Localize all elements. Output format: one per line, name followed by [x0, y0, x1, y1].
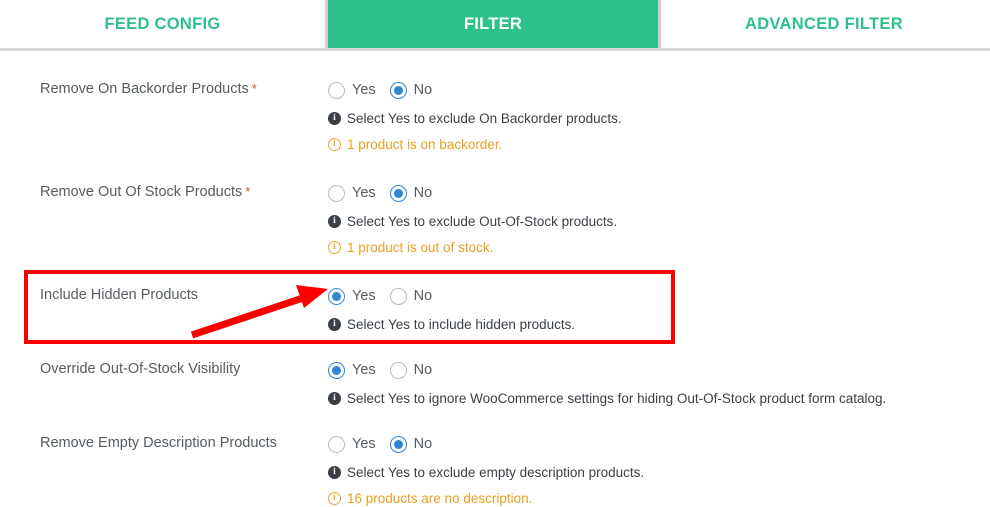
radio-option-no[interactable]: No [389, 435, 433, 453]
field-override-out-of-stock-visibility: Yes No i Select Yes to ignore WooCommerc… [300, 359, 990, 407]
info-circle-filled-icon: i [328, 392, 341, 405]
radio-group-remove-on-backorder-products: Yes No [328, 79, 990, 101]
field-label-text: Override Out-Of-Stock Visibility [40, 361, 241, 377]
radio-yes-indicator[interactable] [328, 435, 345, 453]
tab-filter-label: FILTER [463, 14, 523, 33]
radio-group-remove-empty-description-products: Yes No [328, 433, 990, 455]
field-row-remove-out-of-stock-products: Remove Out Of Stock Products * Yes No i S… [0, 182, 990, 256]
info-circle-filled-icon: i [328, 318, 341, 331]
field-row-remove-on-backorder-products: Remove On Backorder Products * Yes No i S… [0, 79, 990, 153]
radio-no-label: No [413, 82, 433, 98]
radio-option-no[interactable]: No [389, 361, 433, 379]
tab-advanced-filter[interactable]: ADVANCED FILTER [661, 0, 987, 48]
help-description-text: Select Yes to include hidden products. [347, 317, 576, 332]
help-warning-remove-empty-description-products: i 16 products are no description. [328, 490, 990, 507]
field-remove-on-backorder-products: Yes No i Select Yes to exclude On Backor… [300, 79, 990, 153]
field-remove-out-of-stock-products: Yes No i Select Yes to exclude Out-Of-St… [300, 182, 990, 256]
field-label-text: Remove On Backorder Products [40, 81, 249, 97]
label-remove-out-of-stock-products: Remove Out Of Stock Products * [0, 182, 300, 202]
info-circle-filled-icon: i [328, 112, 341, 125]
help-warning-text: 16 products are no description. [347, 491, 533, 506]
field-row-override-out-of-stock-visibility: Override Out-Of-Stock Visibility Yes No … [0, 359, 990, 407]
radio-group-remove-out-of-stock-products: Yes No [328, 182, 990, 204]
radio-option-yes[interactable]: Yes [328, 81, 376, 99]
radio-yes-label: Yes [352, 436, 376, 452]
label-override-out-of-stock-visibility: Override Out-Of-Stock Visibility [0, 359, 300, 379]
radio-yes-indicator[interactable] [328, 81, 345, 99]
radio-yes-indicator[interactable] [328, 184, 345, 202]
radio-yes-indicator[interactable] [328, 361, 345, 379]
tab-feed-config-label: FEED CONFIG [104, 14, 221, 33]
radio-no-label: No [413, 288, 433, 304]
help-description-remove-out-of-stock-products: i Select Yes to exclude Out-Of-Stock pro… [328, 213, 990, 230]
help-description-text: Select Yes to exclude empty description … [347, 465, 645, 480]
info-circle-outline-icon: i [328, 492, 341, 505]
radio-option-yes[interactable]: Yes [328, 361, 376, 379]
field-row-include-hidden-products: Include Hidden Products Yes No i Select … [0, 285, 990, 333]
info-circle-outline-icon: i [328, 241, 341, 254]
radio-option-yes[interactable]: Yes [328, 184, 376, 202]
radio-yes-label: Yes [352, 288, 376, 304]
help-description-remove-on-backorder-products: i Select Yes to exclude On Backorder pro… [328, 110, 990, 127]
help-warning-remove-on-backorder-products: i 1 product is on backorder. [328, 136, 990, 153]
required-asterisk: * [251, 81, 257, 96]
radio-yes-label: Yes [352, 362, 376, 378]
radio-group-include-hidden-products: Yes No [328, 285, 990, 307]
tab-advanced-filter-label: ADVANCED FILTER [745, 14, 903, 33]
info-circle-outline-icon: i [328, 138, 341, 151]
field-label-text: Remove Out Of Stock Products [40, 184, 243, 200]
help-description-text: Select Yes to exclude Out-Of-Stock produ… [347, 214, 618, 229]
help-description-text: Select Yes to exclude On Backorder produ… [347, 111, 622, 126]
radio-group-override-out-of-stock-visibility: Yes No [328, 359, 990, 381]
radio-no-label: No [413, 185, 433, 201]
radio-option-no[interactable]: No [389, 184, 433, 202]
radio-no-indicator[interactable] [389, 81, 407, 99]
help-description-text: Select Yes to ignore WooCommerce setting… [347, 391, 887, 406]
tab-feed-config[interactable]: FEED CONFIG [0, 0, 325, 48]
label-include-hidden-products: Include Hidden Products [0, 285, 300, 305]
field-label-text: Include Hidden Products [40, 287, 198, 303]
radio-no-indicator[interactable] [389, 184, 407, 202]
radio-yes-label: Yes [352, 185, 376, 201]
radio-yes-indicator[interactable] [328, 287, 345, 305]
help-description-include-hidden-products: i Select Yes to include hidden products. [328, 316, 990, 333]
required-asterisk: * [245, 184, 251, 199]
radio-option-no[interactable]: No [389, 81, 433, 99]
radio-no-label: No [413, 436, 433, 452]
radio-no-label: No [413, 362, 433, 378]
help-description-override-out-of-stock-visibility: i Select Yes to ignore WooCommerce setti… [328, 390, 990, 407]
help-description-remove-empty-description-products: i Select Yes to exclude empty descriptio… [328, 464, 990, 481]
label-remove-empty-description-products: Remove Empty Description Products [0, 433, 300, 453]
help-warning-text: 1 product is out of stock. [347, 240, 494, 255]
help-warning-remove-out-of-stock-products: i 1 product is out of stock. [328, 239, 990, 256]
label-remove-on-backorder-products: Remove On Backorder Products * [0, 79, 300, 99]
radio-yes-label: Yes [352, 82, 376, 98]
help-warning-text: 1 product is on backorder. [347, 137, 503, 152]
info-circle-filled-icon: i [328, 466, 341, 479]
radio-no-indicator[interactable] [389, 361, 407, 379]
field-include-hidden-products: Yes No i Select Yes to include hidden pr… [300, 285, 990, 333]
field-row-remove-empty-description-products: Remove Empty Description Products Yes No… [0, 433, 990, 507]
field-remove-empty-description-products: Yes No i Select Yes to exclude empty des… [300, 433, 990, 507]
radio-option-yes[interactable]: Yes [328, 287, 376, 305]
field-label-text: Remove Empty Description Products [40, 435, 277, 451]
radio-option-no[interactable]: No [389, 287, 433, 305]
radio-no-indicator[interactable] [389, 435, 407, 453]
radio-no-indicator[interactable] [389, 287, 407, 305]
tab-filter[interactable]: FILTER [325, 0, 661, 48]
filter-settings-form: Remove On Backorder Products * Yes No i S… [0, 51, 990, 507]
radio-option-yes[interactable]: Yes [328, 435, 376, 453]
info-circle-filled-icon: i [328, 215, 341, 228]
tab-bar: FEED CONFIG FILTER ADVANCED FILTER [0, 0, 990, 51]
